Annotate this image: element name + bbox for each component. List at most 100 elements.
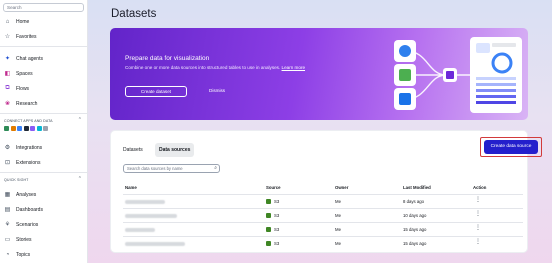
column-header-action: Action [473, 185, 487, 190]
sidebar-divider [0, 172, 87, 173]
sidebar-divider [0, 46, 87, 47]
sidebar-item-label: Chat agents [16, 55, 43, 62]
row-divider [123, 236, 523, 237]
stories-icon: ▭ [4, 237, 11, 243]
s3-icon [266, 199, 271, 204]
redacted-name [125, 242, 185, 246]
row-last-modified: 15 days ago [403, 227, 427, 232]
extensions-icon: ⊡ [4, 160, 11, 166]
column-header-name[interactable]: Name [125, 185, 137, 190]
chevron-up-icon[interactable]: ⌃ [78, 117, 82, 123]
row-last-modified: 10 days ago [403, 213, 427, 218]
redacted-name [125, 200, 165, 204]
row-source: S3 [274, 227, 280, 232]
dismiss-button[interactable]: Dismiss [209, 88, 225, 93]
data-sources-panel: Datasets Data sources Create data source… [110, 130, 542, 253]
flows-icon: ⧉ [5, 85, 10, 91]
integrations-icon: ⚙ [4, 145, 11, 151]
sidebar-item-label: Topics [16, 251, 31, 258]
tab-data-sources[interactable]: Data sources [155, 143, 195, 157]
row-source: S3 [274, 241, 280, 246]
sidebar-item-stories[interactable]: ▭ Stories [4, 235, 32, 244]
redacted-name [125, 214, 177, 218]
sidebar-item-chat-agents[interactable]: ✦ Chat agents [4, 54, 43, 63]
app-icon[interactable] [23, 126, 29, 131]
search-placeholder: Search data sources by name [127, 166, 183, 171]
sidebar-item-dashboards[interactable]: ▤ Dashboards [4, 205, 43, 214]
chevron-up-icon[interactable]: ⌃ [78, 176, 82, 182]
sidebar-search-input[interactable]: Search [3, 3, 84, 12]
sidebar-item-topics[interactable]: ◔ Topics [4, 250, 31, 259]
row-divider [123, 208, 523, 209]
sidebar-item-label: Analyses [16, 191, 37, 198]
tab-datasets[interactable]: Datasets [119, 143, 147, 157]
main-content: Datasets Prepare data for visualization … [88, 0, 552, 263]
sidebar-item-label: Stories [16, 236, 32, 243]
sidebar-item-label: Flows [16, 85, 30, 92]
search-icon: ⌕ [214, 165, 217, 171]
app-icon[interactable] [30, 126, 35, 131]
column-header-owner[interactable]: Owner [335, 185, 348, 190]
section-quick-sight: QUICK SIGHT [4, 178, 29, 182]
sidebar-item-favorites[interactable]: ☆ Favorites [4, 32, 37, 41]
sidebar-item-flows[interactable]: ⧉ Flows [4, 84, 29, 93]
more-actions-icon[interactable]: ⋮ [475, 197, 481, 203]
row-source: S3 [274, 213, 280, 218]
sidebar: Search ⌂ Home ☆ Favorites ✦ Chat agents … [0, 0, 88, 263]
app-icon[interactable] [43, 126, 48, 131]
header-divider [123, 194, 523, 195]
row-owner: Me [335, 241, 341, 246]
row-last-modified: 15 days ago [403, 241, 427, 246]
research-icon: ❀ [4, 101, 11, 107]
sidebar-item-research[interactable]: ❀ Research [4, 99, 37, 108]
spaces-icon: ◧ [4, 71, 11, 77]
banner-description: Combine one or more data sources into st… [125, 65, 340, 71]
row-divider [123, 222, 523, 223]
sidebar-item-home[interactable]: ⌂ Home [4, 17, 30, 26]
chat-icon: ✦ [4, 56, 11, 62]
app-icon[interactable] [36, 126, 42, 131]
banner-title: Prepare data for visualization [125, 55, 210, 62]
data-illustration [394, 37, 522, 113]
sidebar-item-analyses[interactable]: ▦ Analyses [4, 190, 37, 199]
s3-icon [266, 241, 271, 246]
app-icon[interactable] [4, 126, 9, 131]
data-source-search-input[interactable]: Search data sources by name ⌕ [123, 164, 220, 173]
sidebar-divider [0, 113, 87, 114]
s3-icon [266, 213, 271, 218]
sidebar-item-label: Dashboards [16, 206, 43, 213]
topics-icon: ◔ [5, 251, 10, 258]
more-actions-icon[interactable]: ⋮ [475, 225, 481, 231]
row-owner: Me [335, 227, 341, 232]
row-source: S3 [274, 199, 280, 204]
page-title: Datasets [111, 8, 157, 20]
create-dataset-button[interactable]: Create dataset [125, 86, 187, 97]
sidebar-item-label: Scenarios [16, 221, 39, 228]
sidebar-item-label: Spaces [16, 70, 33, 77]
prepare-data-banner: Prepare data for visualization Combine o… [110, 28, 528, 120]
row-last-modified: 8 days ago [403, 199, 425, 204]
sidebar-item-label: Integrations [16, 144, 43, 151]
more-actions-icon[interactable]: ⋮ [475, 211, 481, 217]
more-actions-icon[interactable]: ⋮ [475, 239, 481, 245]
dashboards-icon: ▤ [4, 207, 11, 213]
analyses-icon: ▦ [4, 192, 11, 198]
sidebar-item-spaces[interactable]: ◧ Spaces [4, 69, 33, 78]
connected-apps-row [4, 126, 48, 131]
column-header-last-modified[interactable]: Last Modified [403, 185, 431, 190]
scenarios-icon: ⚘ [4, 222, 11, 228]
s3-icon [266, 227, 271, 232]
star-icon: ☆ [4, 34, 11, 40]
sidebar-item-extensions[interactable]: ⊡ Extensions [4, 158, 40, 167]
app-icon[interactable] [10, 126, 16, 131]
home-icon: ⌂ [5, 18, 10, 25]
learn-more-link[interactable]: Learn more [282, 65, 306, 70]
sidebar-item-integrations[interactable]: ⚙ Integrations [4, 143, 42, 152]
row-owner: Me [335, 213, 341, 218]
sidebar-item-scenarios[interactable]: ⚘ Scenarios [4, 220, 38, 229]
redacted-name [125, 228, 155, 232]
sidebar-item-label: Research [16, 100, 38, 107]
column-header-source[interactable]: Source [266, 185, 281, 190]
app-icon[interactable] [17, 126, 22, 131]
create-data-source-button[interactable]: Create data source [484, 140, 538, 154]
